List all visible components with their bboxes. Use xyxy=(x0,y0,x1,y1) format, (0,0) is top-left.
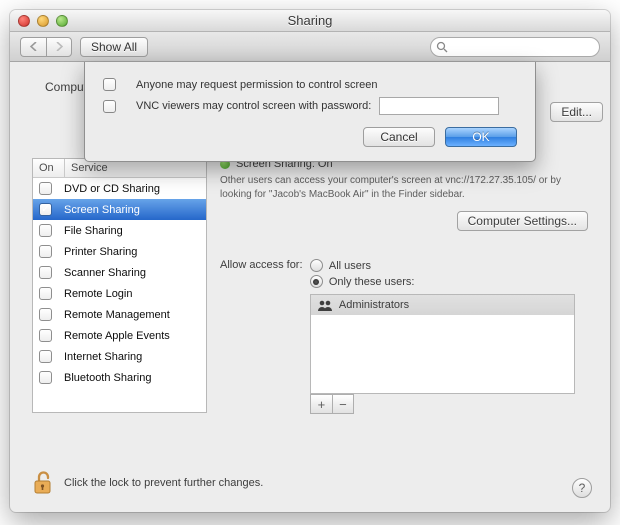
titlebar: Sharing xyxy=(10,10,610,32)
sheet-buttons: Cancel OK xyxy=(103,127,517,147)
back-button[interactable] xyxy=(20,37,46,57)
forward-button[interactable] xyxy=(46,37,72,57)
opt-anyone-may-request[interactable]: Anyone may request permission to control… xyxy=(103,78,517,91)
chevron-left-icon xyxy=(30,42,38,51)
opt-vnc-password[interactable]: VNC viewers may control screen with pass… xyxy=(103,97,517,115)
window-title: Sharing xyxy=(10,13,610,28)
vnc-password-field[interactable] xyxy=(379,97,499,115)
sharing-prefpane-window: Sharing Show All Comput Edit... On Servi… xyxy=(10,10,610,512)
sheet-dimmer: Anyone may request permission to control… xyxy=(10,62,610,512)
toolbar: Show All xyxy=(10,32,610,62)
checkbox-icon xyxy=(103,78,116,91)
chevron-right-icon xyxy=(55,42,63,51)
checkbox-icon xyxy=(103,100,116,113)
search-field[interactable] xyxy=(430,37,600,57)
cancel-button[interactable]: Cancel xyxy=(363,127,435,147)
opt2-label: VNC viewers may control screen with pass… xyxy=(136,100,371,112)
opt1-label: Anyone may request permission to control… xyxy=(136,79,378,91)
nav-back-forward xyxy=(20,37,72,57)
computer-settings-sheet: Anyone may request permission to control… xyxy=(84,62,536,162)
ok-button[interactable]: OK xyxy=(445,127,517,147)
search-icon xyxy=(436,41,448,53)
show-all-button[interactable]: Show All xyxy=(80,37,148,57)
